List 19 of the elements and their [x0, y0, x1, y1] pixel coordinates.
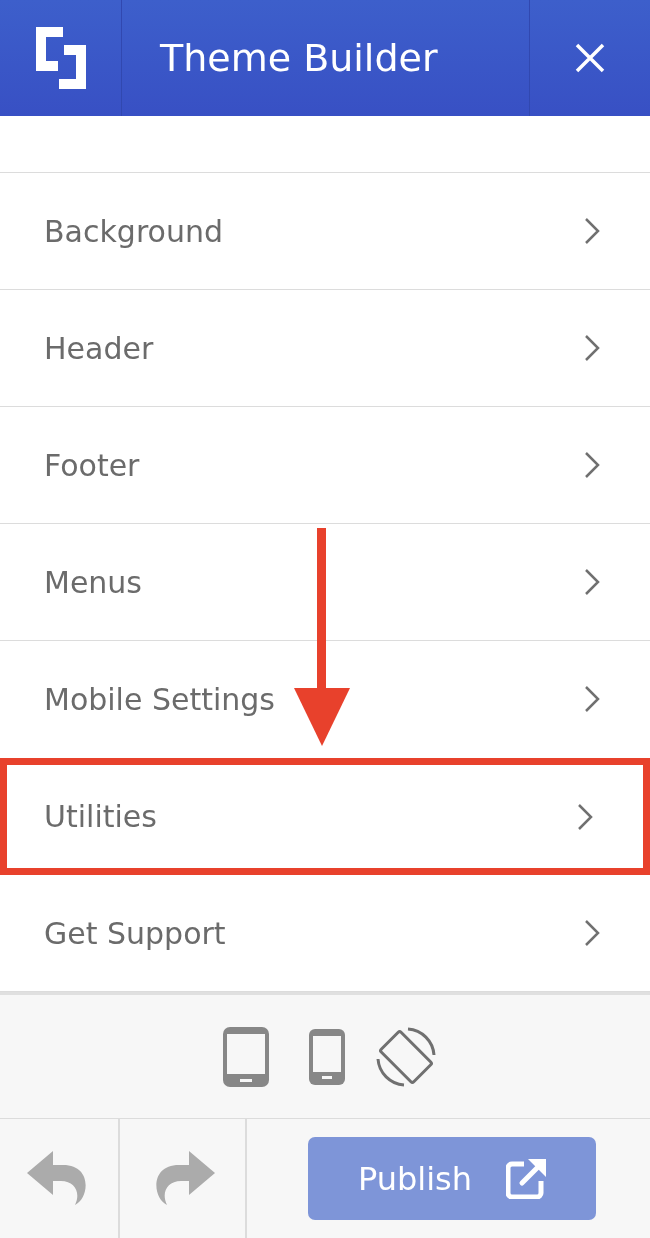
- chevron-right-icon: [584, 568, 600, 596]
- rotate-button[interactable]: [375, 1025, 437, 1088]
- external-link-icon: [506, 1158, 547, 1199]
- logo-icon: [35, 27, 86, 89]
- tablet-icon: [223, 1026, 269, 1087]
- chevron-right-icon: [584, 217, 600, 245]
- phone-view-button[interactable]: [309, 1028, 345, 1085]
- close-icon: [575, 43, 605, 73]
- phone-icon: [309, 1028, 345, 1085]
- menu-item[interactable]: Utilities: [0, 758, 650, 875]
- chevron-right-icon: [584, 451, 600, 479]
- chevron-right-icon: [584, 334, 600, 362]
- tablet-view-button[interactable]: [223, 1026, 269, 1087]
- chevron-right-icon: [577, 802, 593, 831]
- chevron-right-icon: [584, 685, 600, 713]
- rotate-icon: [375, 1025, 437, 1088]
- chevron-right-icon: [584, 919, 600, 947]
- header-title: Theme Builder: [160, 34, 438, 82]
- publish-button[interactable]: Publish: [308, 1137, 596, 1220]
